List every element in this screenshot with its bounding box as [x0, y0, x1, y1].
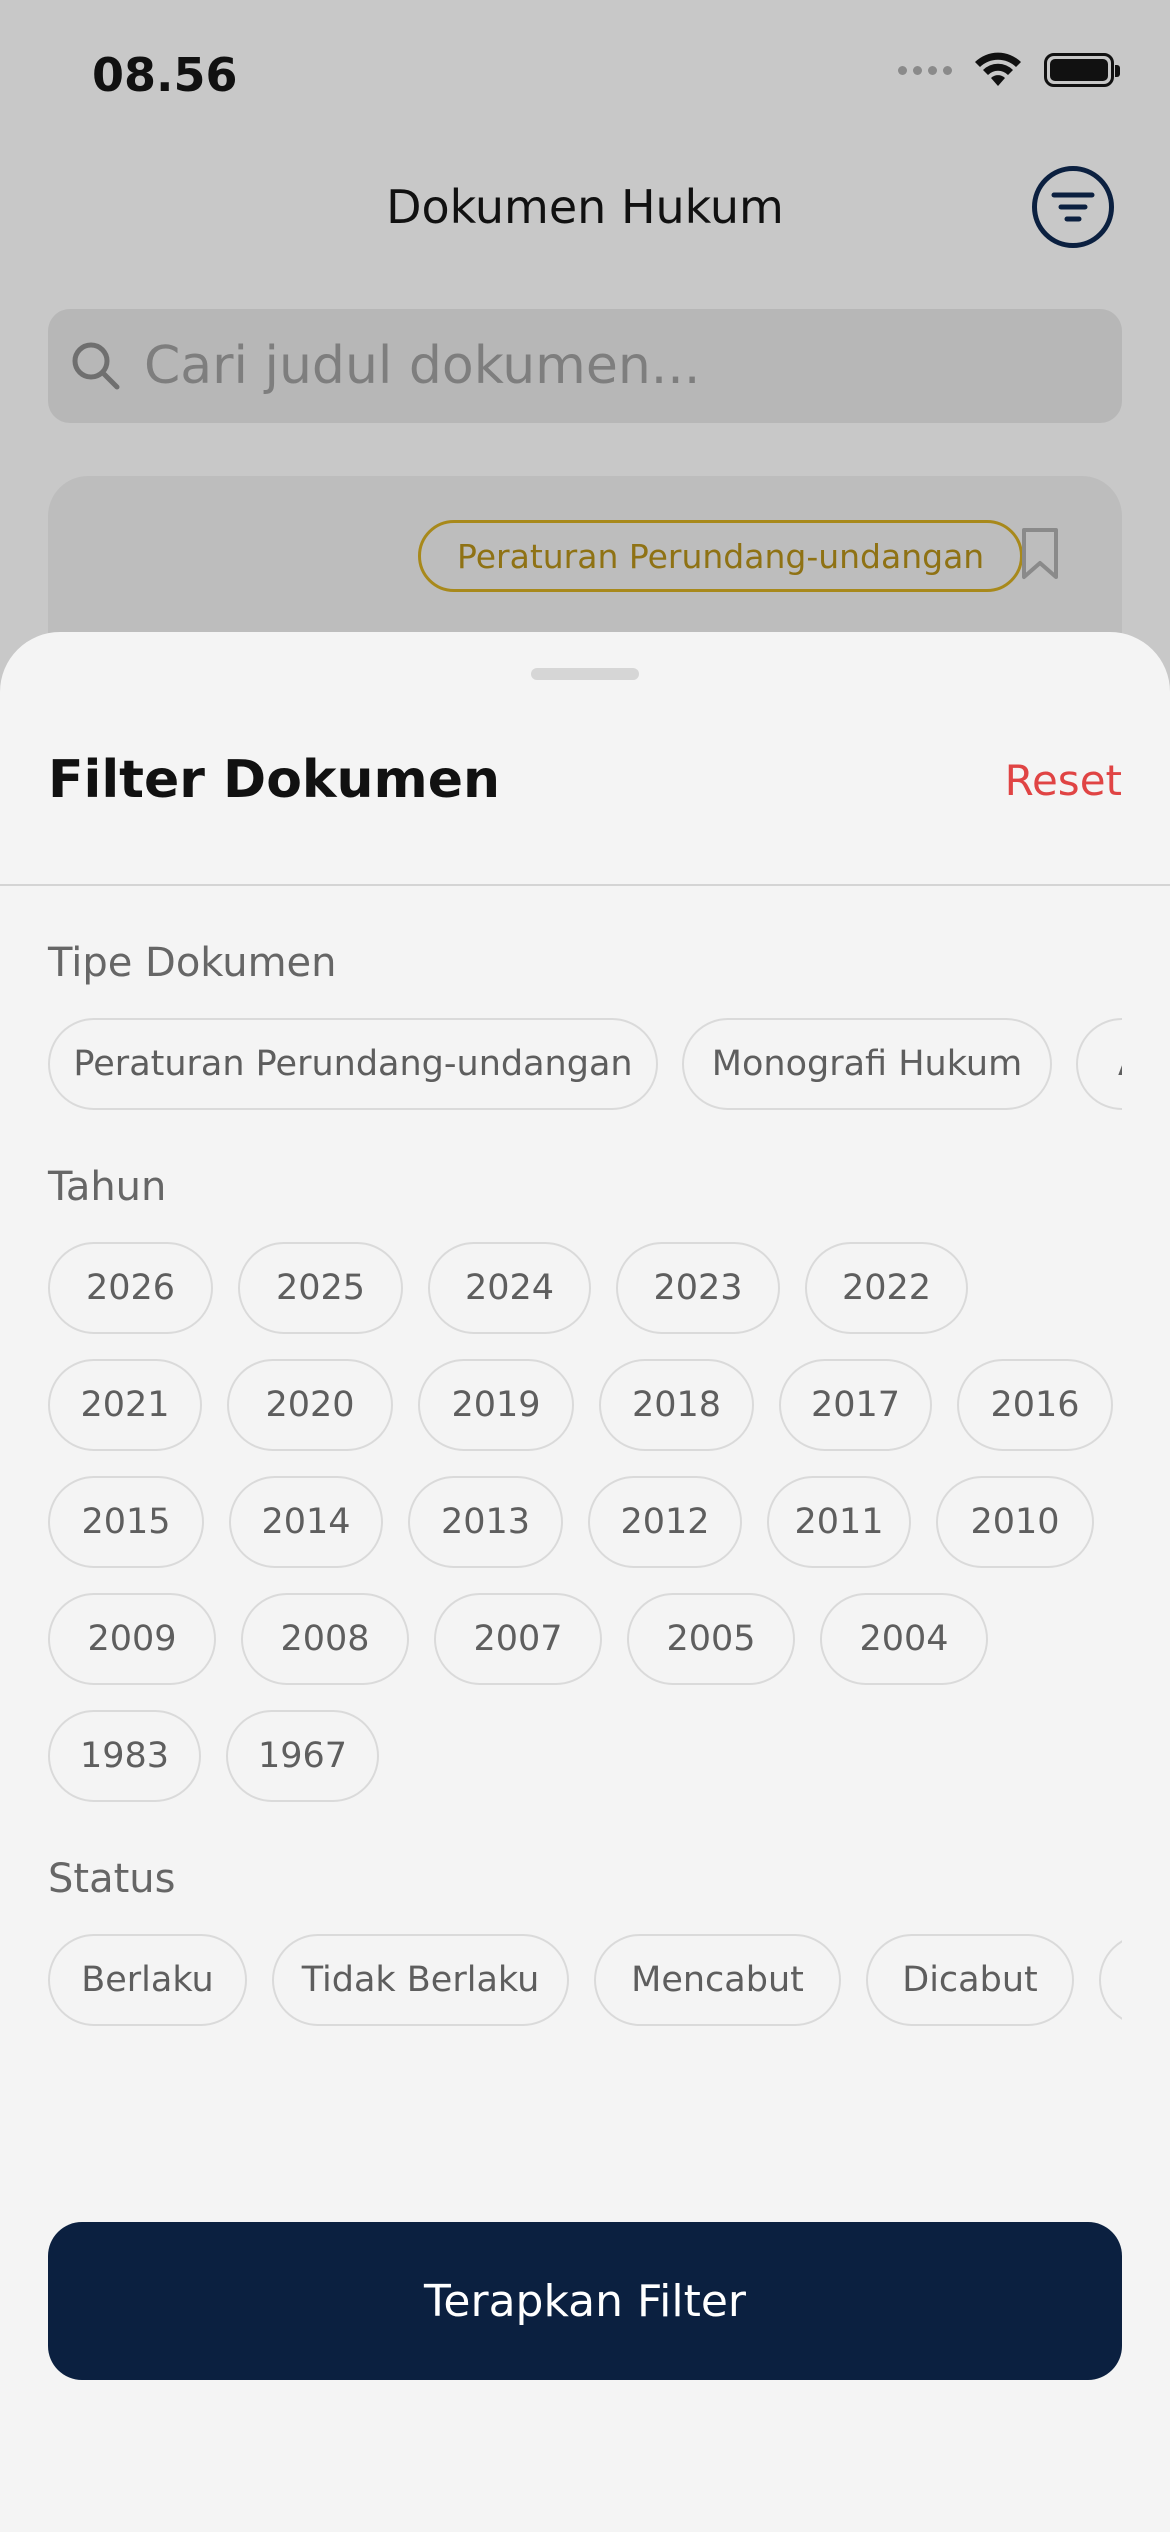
year-section-label: Tahun: [48, 1164, 167, 1210]
chip-year[interactable]: 2013: [408, 1476, 563, 1568]
sheet-title: Filter Dokumen: [48, 750, 501, 810]
chip-year[interactable]: 2008: [241, 1593, 409, 1685]
page-title: Dokumen Hukum: [386, 180, 784, 234]
divider: [0, 884, 1170, 886]
chip-year[interactable]: 2012: [588, 1476, 742, 1568]
chip-status-mencabut[interactable]: Mencabut: [594, 1934, 841, 2026]
chip-status-berlaku[interactable]: Berlaku: [48, 1934, 247, 2026]
cellular-signal-icon: [898, 65, 952, 75]
chip-year[interactable]: 2011: [767, 1476, 911, 1568]
chip-year[interactable]: 1967: [226, 1710, 379, 1802]
sheet-drag-handle[interactable]: [531, 668, 639, 680]
chip-year[interactable]: 2019: [418, 1359, 574, 1451]
chip-status-more[interactable]: [1099, 1934, 1122, 2026]
chip-year[interactable]: 2022: [805, 1242, 968, 1334]
chip-year[interactable]: 2026: [48, 1242, 213, 1334]
chip-year[interactable]: 2024: [428, 1242, 591, 1334]
chip-year[interactable]: 2017: [779, 1359, 932, 1451]
chip-status-dicabut[interactable]: Dicabut: [866, 1934, 1074, 2026]
filter-icon: [1051, 192, 1095, 222]
chip-year[interactable]: 2007: [434, 1593, 602, 1685]
chip-year[interactable]: 1983: [48, 1710, 201, 1802]
chip-type-monografi[interactable]: Monografi Hukum: [682, 1018, 1052, 1110]
chip-type-more[interactable]: A: [1076, 1018, 1122, 1110]
chip-year[interactable]: 2015: [48, 1476, 204, 1568]
chip-year[interactable]: 2016: [957, 1359, 1113, 1451]
status-section-label: Status: [48, 1856, 176, 1902]
chip-year[interactable]: 2020: [227, 1359, 393, 1451]
bookmark-icon[interactable]: [1018, 526, 1062, 582]
chip-year[interactable]: 2009: [48, 1593, 216, 1685]
status-chip-row: Berlaku Tidak Berlaku Mencabut Dicabut: [0, 1934, 1122, 2034]
filter-button[interactable]: [1032, 166, 1114, 248]
reset-button[interactable]: Reset: [1005, 756, 1122, 805]
search-icon: [72, 342, 120, 390]
chip-year[interactable]: 2025: [238, 1242, 403, 1334]
chip-year[interactable]: 2005: [627, 1593, 795, 1685]
chip-year[interactable]: 2023: [616, 1242, 780, 1334]
search-input[interactable]: Cari judul dokumen...: [48, 309, 1122, 423]
search-placeholder: Cari judul dokumen...: [144, 336, 701, 396]
wifi-icon: [975, 52, 1021, 86]
chip-year[interactable]: 2010: [936, 1476, 1094, 1568]
filter-bottom-sheet: Filter Dokumen Reset Tipe Dokumen Peratu…: [0, 632, 1170, 2532]
chip-status-tidak-berlaku[interactable]: Tidak Berlaku: [272, 1934, 569, 2026]
chip-year[interactable]: 2004: [820, 1593, 988, 1685]
battery-icon: [1044, 53, 1120, 87]
document-type-badge: Peraturan Perundang-undangan: [418, 520, 1024, 592]
apply-filter-button[interactable]: Terapkan Filter: [48, 2222, 1122, 2380]
chip-year[interactable]: 2014: [229, 1476, 383, 1568]
chip-year[interactable]: 2018: [599, 1359, 754, 1451]
type-section-label: Tipe Dokumen: [48, 940, 337, 986]
chip-type-peraturan[interactable]: Peraturan Perundang-undangan: [48, 1018, 658, 1110]
status-bar: 08.56: [0, 0, 1170, 150]
type-chip-row: Peraturan Perundang-undangan Monografi H…: [0, 1018, 1122, 1118]
status-time: 08.56: [92, 48, 238, 102]
chip-year[interactable]: 2021: [48, 1359, 202, 1451]
status-icons: [898, 52, 1120, 88]
